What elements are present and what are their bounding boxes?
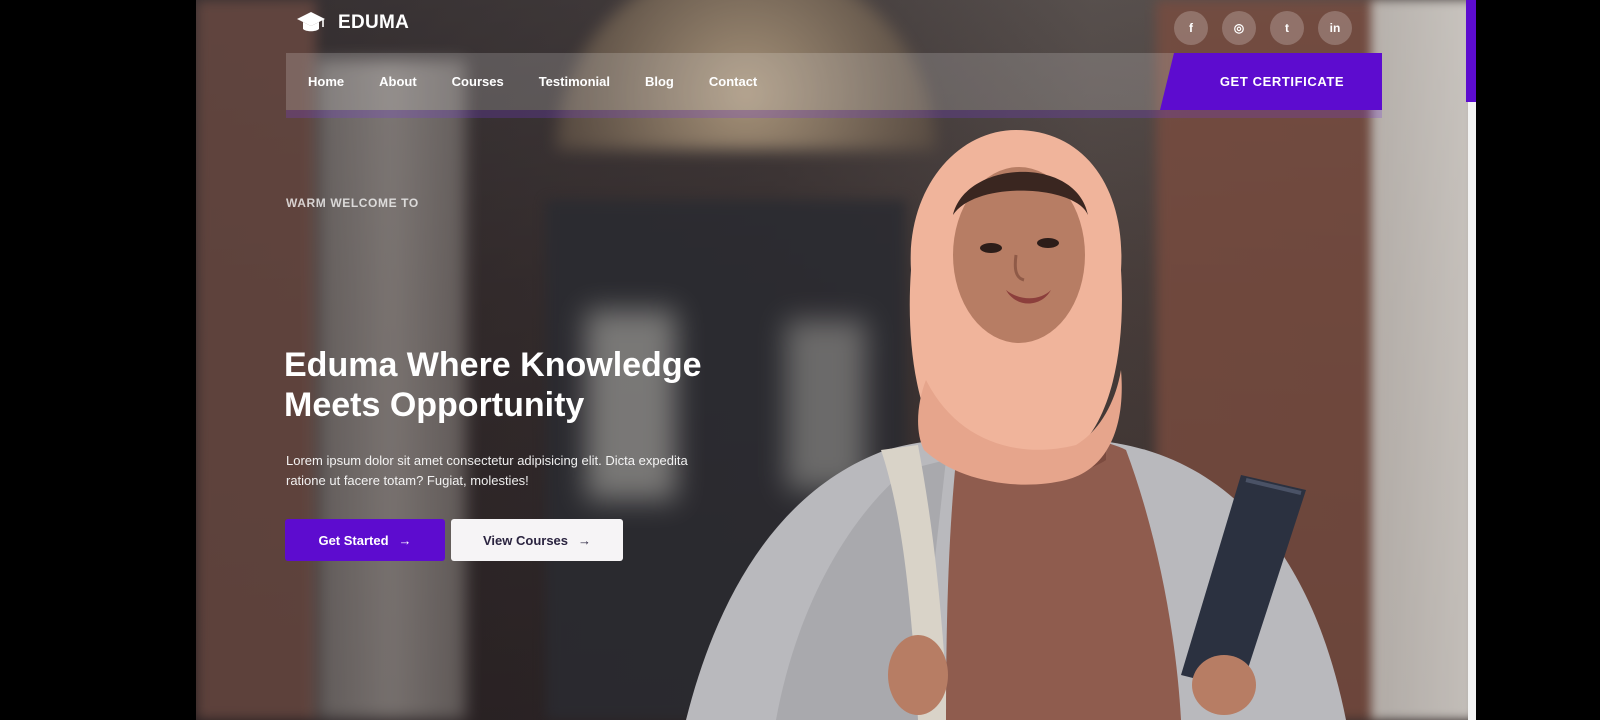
nav-item-home[interactable]: Home bbox=[308, 74, 344, 89]
get-started-button[interactable]: Get Started → bbox=[285, 519, 445, 561]
student-photo bbox=[686, 130, 1346, 720]
hero-description: Lorem ipsum dolor sit amet consectetur a… bbox=[286, 453, 688, 488]
hero-title-line: Eduma Where Knowledge bbox=[284, 346, 702, 384]
hero-section: EDUMA f ◎ t in Home About Courses Testim… bbox=[196, 0, 1476, 720]
background-pillar bbox=[1371, 0, 1476, 720]
hero-eyebrow: WARM WELCOME TO bbox=[286, 196, 419, 210]
twitter-icon[interactable]: t bbox=[1270, 11, 1304, 45]
view-courses-button[interactable]: View Courses → bbox=[451, 519, 623, 561]
linkedin-icon[interactable]: in bbox=[1318, 11, 1352, 45]
nav-item-courses[interactable]: Courses bbox=[452, 74, 504, 89]
hero-title-line: Meets Opportunity bbox=[284, 386, 585, 424]
nav-menu: Home About Courses Testimonial Blog Cont… bbox=[308, 53, 757, 110]
nav-item-contact[interactable]: Contact bbox=[709, 74, 757, 89]
instagram-icon[interactable]: ◎ bbox=[1222, 11, 1256, 45]
accent-bar bbox=[1466, 0, 1476, 102]
graduation-cap-icon bbox=[297, 12, 325, 32]
get-certificate-button[interactable]: GET CERTIFICATE bbox=[1160, 53, 1382, 110]
nav-item-testimonial[interactable]: Testimonial bbox=[539, 74, 610, 89]
brand-name: EDUMA bbox=[338, 12, 410, 33]
nav-item-about[interactable]: About bbox=[379, 74, 417, 89]
arrow-right-icon: → bbox=[398, 532, 412, 548]
get-started-label: Get Started bbox=[318, 532, 389, 548]
hero-title: Eduma Where Knowledge Meets Opportunity bbox=[284, 345, 702, 425]
facebook-icon[interactable]: f bbox=[1174, 11, 1208, 45]
main-navbar: Home About Courses Testimonial Blog Cont… bbox=[286, 53, 1382, 110]
brand-logo[interactable]: EDUMA bbox=[296, 10, 409, 36]
view-courses-label: View Courses bbox=[482, 532, 569, 548]
nav-item-blog[interactable]: Blog bbox=[645, 74, 674, 89]
scroll-edge bbox=[1468, 102, 1476, 720]
arrow-right-icon: → bbox=[578, 532, 592, 548]
social-links: f ◎ t in bbox=[1174, 11, 1352, 45]
